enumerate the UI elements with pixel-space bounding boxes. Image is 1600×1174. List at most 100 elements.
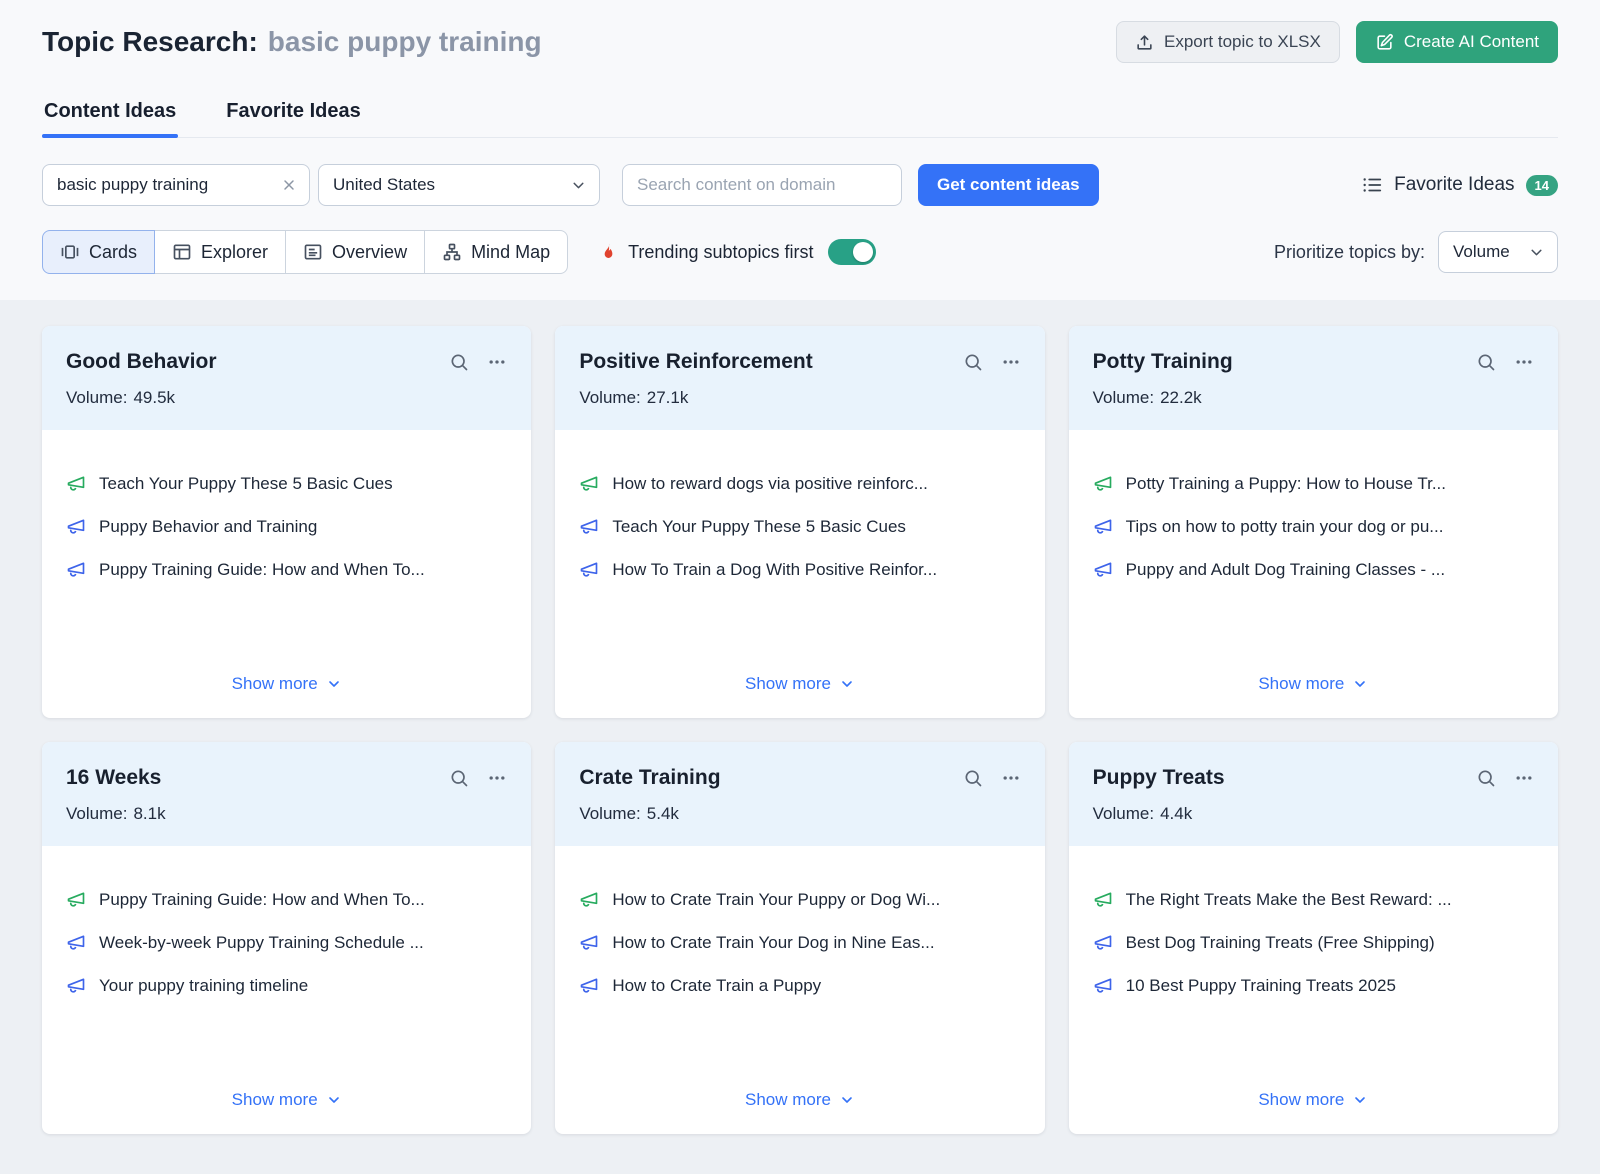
trending-label: Trending subtopics first xyxy=(628,242,813,263)
idea-title: How To Train a Dog With Positive Reinfor… xyxy=(612,560,937,580)
show-more-label: Show more xyxy=(232,1090,318,1110)
overview-view-icon xyxy=(303,242,323,262)
content-idea-item[interactable]: Week-by-week Puppy Training Schedule ... xyxy=(66,933,507,953)
content-idea-item[interactable]: Tips on how to potty train your dog or p… xyxy=(1093,517,1534,537)
search-icon xyxy=(963,352,983,372)
tab-content-ideas[interactable]: Content Ideas xyxy=(42,100,178,137)
favorite-ideas-link[interactable]: Favorite Ideas 14 xyxy=(1361,174,1558,196)
card-search-button[interactable] xyxy=(963,768,983,788)
content-idea-item[interactable]: 10 Best Puppy Training Treats 2025 xyxy=(1093,976,1534,996)
card-title: Potty Training xyxy=(1093,350,1233,374)
view-explorer-button[interactable]: Explorer xyxy=(154,230,286,274)
filter-row: basic puppy training United States Get c… xyxy=(42,164,1558,206)
content-idea-item[interactable]: Best Dog Training Treats (Free Shipping) xyxy=(1093,933,1534,953)
view-overview-button[interactable]: Overview xyxy=(285,230,425,274)
megaphone-icon xyxy=(579,517,599,537)
view-overview-label: Overview xyxy=(332,242,407,263)
trending-toggle[interactable] xyxy=(828,239,876,265)
idea-title: How to Crate Train Your Dog in Nine Eas.… xyxy=(612,933,934,953)
show-more-label: Show more xyxy=(745,1090,831,1110)
volume-value: 22.2k xyxy=(1160,388,1202,408)
card-search-button[interactable] xyxy=(449,352,469,372)
volume-label: Volume: xyxy=(66,804,127,824)
prioritize-select[interactable]: Volume xyxy=(1438,231,1558,273)
topic-query-input[interactable]: basic puppy training xyxy=(42,164,310,206)
domain-search-input[interactable] xyxy=(622,164,902,206)
ellipsis-icon xyxy=(1514,352,1534,372)
content-idea-item[interactable]: Teach Your Puppy These 5 Basic Cues xyxy=(66,474,507,494)
card-idea-list: Puppy Training Guide: How and When To...… xyxy=(42,846,531,996)
content-idea-item[interactable]: Your puppy training timeline xyxy=(66,976,507,996)
content-idea-item[interactable]: How to Crate Train Your Puppy or Dog Wi.… xyxy=(579,890,1020,910)
card-menu-button[interactable] xyxy=(1514,768,1534,788)
card-menu-button[interactable] xyxy=(1514,352,1534,372)
create-ai-content-label: Create AI Content xyxy=(1404,32,1539,52)
country-select[interactable]: United States xyxy=(318,164,600,206)
idea-title: Your puppy training timeline xyxy=(99,976,308,996)
card-search-button[interactable] xyxy=(1476,352,1496,372)
chevron-down-icon xyxy=(1352,676,1368,692)
view-cards-button[interactable]: Cards xyxy=(42,230,155,274)
volume-label: Volume: xyxy=(1093,804,1154,824)
show-more-button[interactable]: Show more xyxy=(42,654,531,718)
view-cards-label: Cards xyxy=(89,242,137,263)
card-volume: Volume: 22.2k xyxy=(1093,388,1534,408)
topic-card-header: 16 Weeks Volume: 8.1k xyxy=(42,742,531,846)
topic-card: Crate Training Volume: 5.4 xyxy=(555,742,1044,1134)
card-menu-button[interactable] xyxy=(487,768,507,788)
card-search-button[interactable] xyxy=(963,352,983,372)
idea-title: Puppy Training Guide: How and When To... xyxy=(99,560,425,580)
edit-icon xyxy=(1375,33,1394,52)
create-ai-content-button[interactable]: Create AI Content xyxy=(1356,21,1558,63)
topic-card-header: Positive Reinforcement Volume: xyxy=(555,326,1044,430)
get-content-ideas-button[interactable]: Get content ideas xyxy=(918,164,1099,206)
card-menu-button[interactable] xyxy=(1001,352,1021,372)
show-more-button[interactable]: Show more xyxy=(555,1070,1044,1134)
content-idea-item[interactable]: Puppy and Adult Dog Training Classes - .… xyxy=(1093,560,1534,580)
content-idea-item[interactable]: Potty Training a Puppy: How to House Tr.… xyxy=(1093,474,1534,494)
content-idea-item[interactable]: How to reward dogs via positive reinforc… xyxy=(579,474,1020,494)
show-more-button[interactable]: Show more xyxy=(555,654,1044,718)
topic-card-header: Puppy Treats Volume: 4.4k xyxy=(1069,742,1558,846)
content-idea-item[interactable]: How To Train a Dog With Positive Reinfor… xyxy=(579,560,1020,580)
card-volume: Volume: 4.4k xyxy=(1093,804,1534,824)
view-bar: Cards Explorer Overview Mind Map xyxy=(42,230,1558,274)
content-idea-item[interactable]: The Right Treats Make the Best Reward: .… xyxy=(1093,890,1534,910)
show-more-button[interactable]: Show more xyxy=(1069,654,1558,718)
content-idea-item[interactable]: How to Crate Train a Puppy xyxy=(579,976,1020,996)
content-idea-item[interactable]: Puppy Training Guide: How and When To... xyxy=(66,890,507,910)
export-xlsx-button[interactable]: Export topic to XLSX xyxy=(1116,21,1340,63)
idea-title: Tips on how to potty train your dog or p… xyxy=(1126,517,1444,537)
card-menu-button[interactable] xyxy=(1001,768,1021,788)
content-idea-item[interactable]: How to Crate Train Your Dog in Nine Eas.… xyxy=(579,933,1020,953)
page-title-prefix: Topic Research: xyxy=(42,26,258,58)
content-idea-item[interactable]: Teach Your Puppy These 5 Basic Cues xyxy=(579,517,1020,537)
card-menu-button[interactable] xyxy=(487,352,507,372)
view-mindmap-button[interactable]: Mind Map xyxy=(424,230,568,274)
idea-title: How to Crate Train a Puppy xyxy=(612,976,821,996)
idea-title: Best Dog Training Treats (Free Shipping) xyxy=(1126,933,1435,953)
megaphone-icon xyxy=(66,560,86,580)
card-idea-list: The Right Treats Make the Best Reward: .… xyxy=(1069,846,1558,996)
megaphone-icon xyxy=(66,474,86,494)
card-search-button[interactable] xyxy=(449,768,469,788)
show-more-label: Show more xyxy=(745,674,831,694)
show-more-button[interactable]: Show more xyxy=(42,1070,531,1134)
topic-card: Potty Training Volume: 22. xyxy=(1069,326,1558,718)
view-explorer-label: Explorer xyxy=(201,242,268,263)
clear-query-button[interactable] xyxy=(281,177,297,193)
cards-section: Good Behavior Volume: 49.5 xyxy=(0,300,1600,1148)
card-volume: Volume: 5.4k xyxy=(579,804,1020,824)
card-search-button[interactable] xyxy=(1476,768,1496,788)
card-idea-list: How to Crate Train Your Puppy or Dog Wi.… xyxy=(555,846,1044,996)
tab-favorite-ideas[interactable]: Favorite Ideas xyxy=(224,100,363,137)
toggle-knob xyxy=(853,242,873,262)
idea-title: Teach Your Puppy These 5 Basic Cues xyxy=(99,474,393,494)
tab-bar: Content Ideas Favorite Ideas xyxy=(42,100,1558,138)
show-more-button[interactable]: Show more xyxy=(1069,1070,1558,1134)
show-more-label: Show more xyxy=(232,674,318,694)
megaphone-icon xyxy=(1093,517,1113,537)
content-idea-item[interactable]: Puppy Training Guide: How and When To... xyxy=(66,560,507,580)
content-idea-item[interactable]: Puppy Behavior and Training xyxy=(66,517,507,537)
volume-label: Volume: xyxy=(1093,388,1154,408)
